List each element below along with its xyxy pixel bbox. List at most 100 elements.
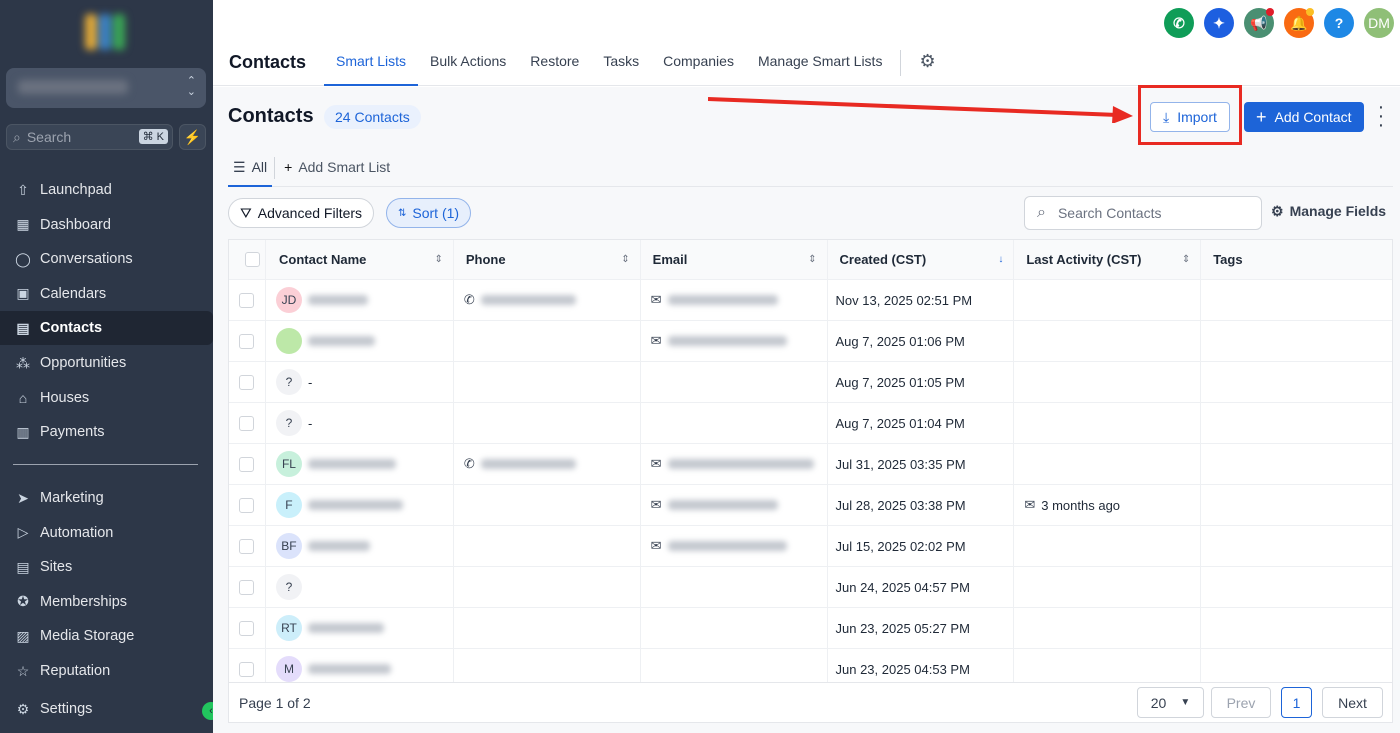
contact-name[interactable]: - — [308, 416, 312, 431]
sidebar-item-conversations[interactable]: ◯Conversations — [0, 242, 213, 276]
sidebar-item-payments[interactable]: ▥Payments — [0, 415, 213, 449]
smart-list-tabs: ☰All +Add Smart List — [228, 149, 1393, 187]
tab-smart-lists[interactable]: Smart Lists — [324, 40, 418, 86]
created-date: Jul 31, 2025 03:35 PM — [836, 457, 966, 472]
table-row[interactable]: ✉ Aug 7, 2025 01:06 PM — [229, 321, 1392, 362]
contact-name-redacted[interactable] — [308, 664, 391, 674]
table-row[interactable]: JD ✆ ✉ Nov 13, 2025 02:51 PM — [229, 280, 1392, 321]
email-redacted — [668, 500, 778, 510]
row-checkbox[interactable] — [239, 457, 254, 472]
sidebar-item-houses[interactable]: ⌂Houses — [0, 381, 213, 415]
tab-restore[interactable]: Restore — [518, 40, 591, 86]
avatar: M — [276, 656, 302, 682]
sidebar-item-launchpad[interactable]: ⇧Launchpad — [0, 173, 213, 207]
sidebar-item-calendars[interactable]: ▣Calendars — [0, 277, 213, 311]
star-icon: ☆ — [14, 663, 32, 680]
row-checkbox[interactable] — [239, 334, 254, 349]
column-created[interactable]: Created (CST)↓ — [828, 240, 1015, 279]
table-row[interactable]: F ✉ Jul 28, 2025 03:38 PM ✉3 months ago — [229, 485, 1392, 526]
gear-icon[interactable]: ⚙ — [907, 40, 947, 86]
tab-bulk-actions[interactable]: Bulk Actions — [418, 40, 518, 86]
quick-actions-bolt-icon[interactable]: ⚡ — [179, 124, 206, 150]
user-avatar[interactable]: DM — [1364, 8, 1394, 38]
sidebar-item-media-storage[interactable]: ▨Media Storage — [0, 619, 213, 653]
table-row[interactable]: ? Jun 24, 2025 04:57 PM — [229, 567, 1392, 608]
tab-companies[interactable]: Companies — [651, 40, 746, 86]
contact-name-redacted[interactable] — [308, 459, 396, 469]
sort-icon: ⇕ — [808, 254, 816, 265]
sidebar-item-marketing[interactable]: ➤Marketing — [0, 481, 213, 515]
sidebar-search[interactable]: ⌕Search⌘ K — [6, 124, 173, 150]
sidebar-item-dashboard[interactable]: ▦Dashboard — [0, 208, 213, 242]
avatar — [276, 328, 302, 354]
table-row[interactable]: ?- Aug 7, 2025 01:04 PM — [229, 403, 1392, 444]
row-checkbox[interactable] — [239, 539, 254, 554]
tags-cell — [1201, 608, 1392, 648]
sidebar-item-memberships[interactable]: ✪Memberships — [0, 585, 213, 619]
table-row[interactable]: RT Jun 23, 2025 05:27 PM — [229, 608, 1392, 649]
next-button[interactable]: Next — [1322, 687, 1383, 718]
megaphone-icon[interactable]: 📢 — [1244, 8, 1274, 38]
email-redacted — [668, 336, 787, 346]
add-smart-list-button[interactable]: +Add Smart List — [279, 149, 395, 187]
chat-icon: ◯ — [14, 251, 32, 268]
table-row[interactable]: ?- Aug 7, 2025 01:05 PM — [229, 362, 1392, 403]
contact-name-redacted[interactable] — [308, 500, 403, 510]
column-tags[interactable]: Tags — [1201, 240, 1392, 279]
sidebar-item-contacts[interactable]: ▤Contacts — [0, 311, 213, 345]
row-checkbox[interactable] — [239, 498, 254, 513]
ai-sparkle-icon[interactable]: ✦ — [1204, 8, 1234, 38]
contact-name-redacted[interactable] — [308, 541, 370, 551]
search-contacts-input[interactable]: ⌕Search Contacts — [1024, 196, 1262, 230]
pagination-footer: Page 1 of 2 20▼ Prev 1 Next — [228, 682, 1393, 723]
row-checkbox[interactable] — [239, 375, 254, 390]
row-checkbox[interactable] — [239, 662, 254, 677]
table-row[interactable]: FL ✆ ✉ Jul 31, 2025 03:35 PM — [229, 444, 1392, 485]
prev-button[interactable]: Prev — [1211, 687, 1271, 718]
add-contact-button[interactable]: +Add Contact — [1244, 102, 1364, 132]
advanced-filters-button[interactable]: ⛛Advanced Filters — [228, 198, 374, 228]
sidebar-item-sites[interactable]: ▤Sites — [0, 550, 213, 584]
sidebar: ⌃⌄ ⌕Search⌘ K ⚡ ⇧Launchpad▦Dashboard◯Con… — [0, 0, 213, 733]
phone-icon[interactable]: ✆ — [1164, 8, 1194, 38]
email-redacted — [668, 295, 778, 305]
sort-button[interactable]: ⇅Sort (1) — [386, 198, 471, 228]
sidebar-item-automation[interactable]: ▷Automation — [0, 516, 213, 550]
help-icon[interactable]: ? — [1324, 8, 1354, 38]
send-icon: ➤ — [14, 490, 32, 507]
row-checkbox[interactable] — [239, 580, 254, 595]
sidebar-item-reputation[interactable]: ☆Reputation — [0, 654, 213, 688]
contacts-icon: ▤ — [14, 320, 32, 337]
avatar: ? — [276, 410, 302, 436]
row-checkbox[interactable] — [239, 416, 254, 431]
contact-name-redacted[interactable] — [308, 623, 384, 633]
page-1-button[interactable]: 1 — [1281, 687, 1312, 718]
row-checkbox[interactable] — [239, 621, 254, 636]
contact-name-redacted[interactable] — [308, 295, 368, 305]
page-size-select[interactable]: 20▼ — [1137, 687, 1204, 718]
tab-all[interactable]: ☰All — [228, 149, 272, 187]
mail-icon: ✉ — [651, 333, 662, 349]
table-row[interactable]: BF ✉ Jul 15, 2025 02:02 PM — [229, 526, 1392, 567]
manage-fields-button[interactable]: ⚙Manage Fields — [1271, 203, 1386, 220]
opportunities-icon: ⁂ — [14, 355, 32, 372]
column-last-activity[interactable]: Last Activity (CST)⇕ — [1014, 240, 1201, 279]
column-contact-name[interactable]: Contact Name⇕ — [266, 240, 454, 279]
account-switcher[interactable]: ⌃⌄ — [6, 68, 206, 108]
tags-cell — [1201, 485, 1392, 525]
sidebar-item-settings[interactable]: ⚙Settings — [0, 692, 213, 726]
row-checkbox[interactable] — [239, 293, 254, 308]
more-options-icon[interactable]: ··· — [1376, 103, 1386, 130]
tab-manage-smart-lists[interactable]: Manage Smart Lists — [746, 40, 895, 86]
import-button[interactable]: ⤓Import — [1150, 102, 1230, 132]
memberships-icon: ✪ — [14, 593, 32, 610]
select-all-checkbox[interactable] — [245, 252, 260, 267]
contact-name[interactable]: - — [308, 375, 312, 390]
filter-icon: ⛛ — [240, 205, 252, 222]
contact-name-redacted[interactable] — [308, 336, 375, 346]
sidebar-item-opportunities[interactable]: ⁂Opportunities — [0, 346, 213, 380]
bell-icon[interactable]: 🔔 — [1284, 8, 1314, 38]
column-email[interactable]: Email⇕ — [641, 240, 828, 279]
tab-tasks[interactable]: Tasks — [591, 40, 651, 86]
column-phone[interactable]: Phone⇕ — [454, 240, 641, 279]
